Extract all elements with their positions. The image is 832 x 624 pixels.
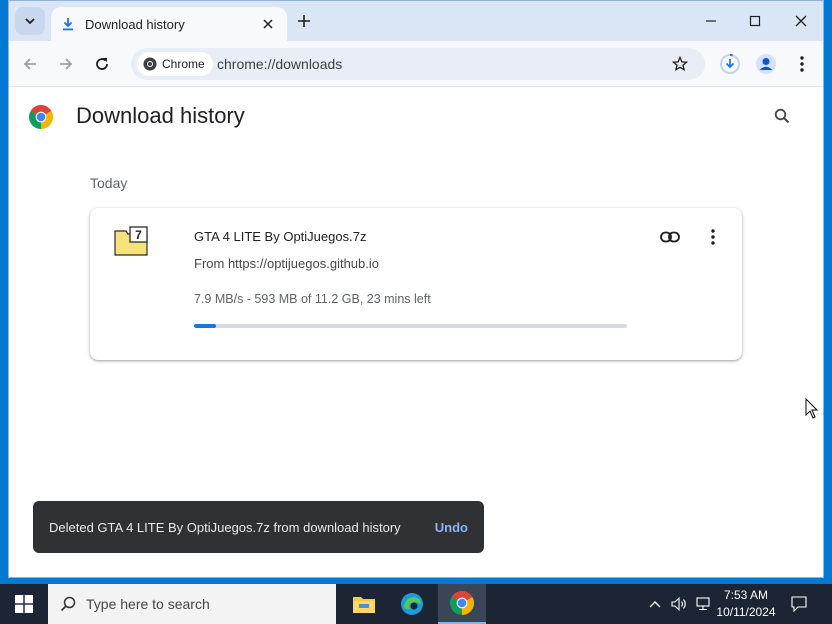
downloads-page: Download history Today 7 GTA 4 LITE By O… — [9, 87, 823, 577]
file-name[interactable]: GTA 4 LITE By OptiJuegos.7z — [194, 229, 366, 244]
avatar-icon — [756, 54, 776, 74]
taskbar-search-placeholder: Type here to search — [86, 596, 210, 612]
windows-logo-icon — [15, 595, 33, 613]
browser-window: Download history Chrome chrome://downloa… — [8, 0, 824, 578]
site-chip-label: Chrome — [162, 57, 205, 71]
search-downloads-button[interactable] — [769, 103, 795, 129]
toast-notification: Deleted GTA 4 LITE By OptiJuegos.7z from… — [33, 501, 484, 553]
arrow-right-icon — [60, 58, 73, 70]
network-button[interactable] — [692, 584, 714, 624]
page-title: Download history — [76, 103, 245, 128]
url-text[interactable]: chrome://downloads — [217, 56, 342, 72]
taskbar-clock[interactable]: 7:53 AM 10/11/2024 — [712, 587, 780, 621]
minimize-button[interactable] — [689, 7, 733, 35]
taskbar-chrome[interactable] — [438, 584, 486, 624]
start-button[interactable] — [0, 584, 48, 624]
back-button[interactable] — [17, 51, 43, 77]
minimize-icon — [706, 20, 716, 22]
arrow-left-icon — [23, 58, 36, 70]
archive-file-icon: 7 — [114, 226, 148, 256]
taskbar-file-explorer[interactable] — [340, 584, 388, 624]
download-status: 7.9 MB/s - 593 MB of 11.2 GB, 23 mins le… — [194, 292, 431, 306]
download-icon — [61, 17, 75, 31]
chevron-up-icon — [649, 601, 661, 608]
close-icon — [795, 15, 807, 27]
site-info-chip[interactable]: Chrome — [137, 52, 213, 76]
browser-toolbar: Chrome chrome://downloads — [9, 41, 823, 87]
more-vert-icon — [711, 229, 715, 245]
tab-title: Download history — [85, 16, 185, 32]
reload-button[interactable] — [89, 51, 115, 77]
edge-browser-icon — [401, 593, 423, 615]
chrome-logo-icon — [450, 591, 474, 615]
reload-icon — [96, 58, 108, 70]
tab-close-button[interactable] — [259, 15, 277, 33]
undo-button[interactable]: Undo — [435, 516, 468, 539]
download-progress-icon — [720, 54, 740, 74]
new-tab-button[interactable] — [291, 9, 317, 33]
more-vert-icon — [800, 56, 804, 72]
toast-message: Deleted GTA 4 LITE By OptiJuegos.7z from… — [49, 519, 401, 535]
download-progress-fill — [194, 324, 216, 328]
bookmark-button[interactable] — [669, 54, 691, 74]
link-icon — [660, 231, 680, 243]
maximize-button[interactable] — [733, 7, 777, 35]
file-icon-label: 7 — [135, 228, 142, 242]
download-progress-bar — [194, 324, 627, 328]
clock-date: 10/11/2024 — [716, 605, 776, 619]
clock-time: 7:53 AM — [723, 588, 769, 602]
chrome-logo-icon — [143, 57, 157, 71]
tab-strip: Download history — [9, 1, 823, 41]
download-more-actions-button[interactable] — [700, 224, 726, 250]
chrome-logo-icon — [29, 105, 53, 129]
taskbar: Type here to search 7:53 AM 10/11/2024 — [0, 584, 832, 624]
close-icon — [263, 19, 273, 29]
taskbar-edge[interactable] — [388, 584, 436, 624]
forward-button[interactable] — [53, 51, 79, 77]
close-window-button[interactable] — [779, 7, 823, 35]
notification-center-button[interactable] — [786, 584, 812, 624]
file-source-url: From https://optijuegos.github.io — [194, 256, 379, 271]
mouse-cursor-icon — [805, 398, 819, 419]
network-icon — [696, 597, 710, 611]
search-icon — [774, 108, 790, 124]
profile-button[interactable] — [753, 51, 779, 77]
date-header: Today — [90, 175, 128, 191]
menu-button[interactable] — [789, 51, 815, 77]
tab-downloads[interactable]: Download history — [51, 7, 287, 41]
search-icon — [60, 596, 76, 612]
volume-button[interactable] — [668, 584, 690, 624]
tab-search-button[interactable] — [15, 7, 45, 35]
copy-link-button[interactable] — [657, 224, 683, 250]
star-icon — [672, 56, 688, 72]
taskbar-search-box[interactable]: Type here to search — [48, 584, 336, 624]
notification-icon — [791, 596, 807, 612]
plus-icon — [298, 15, 310, 27]
download-item: 7 GTA 4 LITE By OptiJuegos.7z From https… — [90, 208, 742, 360]
tray-overflow-button[interactable] — [644, 584, 666, 624]
address-bar[interactable]: Chrome chrome://downloads — [131, 48, 705, 80]
speaker-icon — [671, 597, 686, 611]
chevron-down-icon — [25, 18, 35, 25]
maximize-icon — [749, 15, 761, 27]
folder-icon — [353, 597, 375, 613]
downloads-button[interactable] — [717, 51, 743, 77]
